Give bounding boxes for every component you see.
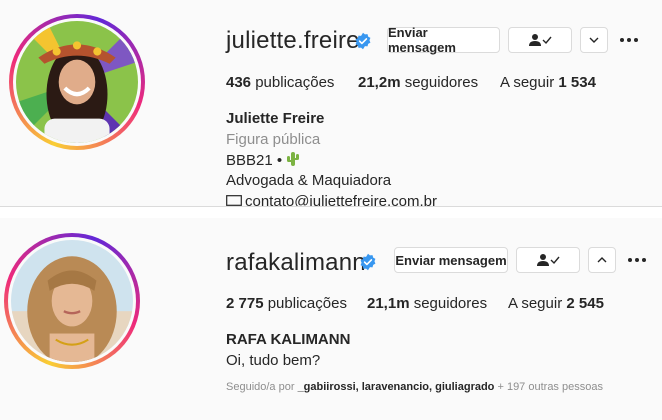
profile-full-name: RAFA KALIMANN	[226, 331, 351, 348]
verified-badge-icon	[355, 32, 371, 50]
suggestions-toggle-button[interactable]	[588, 247, 616, 273]
followers-link[interactable]: 21,1m seguidores	[367, 295, 487, 312]
more-dots-icon	[628, 258, 646, 262]
avatar	[16, 21, 138, 143]
posts-count: 2 775 publicações	[226, 295, 347, 312]
profile-header-juliette: juliette.freire Enviar mensagem 436 publ…	[0, 0, 662, 206]
followers-link[interactable]: 21,2m seguidores	[358, 74, 478, 91]
suggestions-toggle-button[interactable]	[580, 27, 608, 53]
posts-count: 436 publicações	[226, 74, 335, 91]
bio-line: Oi, tudo bem?	[226, 352, 321, 369]
avatar	[11, 240, 133, 362]
envelope-icon	[226, 195, 242, 206]
following-link[interactable]: A seguir 2 545	[508, 295, 604, 312]
contact-email-link[interactable]: contato@juliettefreire.com.br	[226, 193, 437, 206]
more-options-button[interactable]	[625, 248, 649, 272]
send-message-button[interactable]: Enviar mensagem	[394, 247, 508, 273]
profile-category: Figura pública	[226, 131, 321, 148]
avatar-story-ring[interactable]	[9, 14, 145, 150]
avatar-story-ring[interactable]	[4, 233, 140, 369]
profile-full-name: Juliette Freire	[226, 110, 325, 127]
profile-username: juliette.freire	[226, 27, 360, 54]
profile-header-rafa: rafakalimann Enviar mensagem 2 775 publi…	[0, 218, 662, 420]
followed-by-link[interactable]: Seguido/a por _gabiirossi, laravenancio,…	[226, 381, 603, 393]
panel-divider	[0, 206, 662, 218]
send-message-button[interactable]: Enviar mensagem	[387, 25, 500, 55]
more-dots-icon	[620, 38, 638, 42]
avatar-photo	[16, 21, 138, 143]
profile-username: rafakalimann	[226, 249, 366, 276]
bio-line: Advogada & Maquiadora	[226, 172, 392, 189]
following-button[interactable]	[516, 247, 580, 273]
following-link[interactable]: A seguir 1 534	[500, 74, 596, 91]
cactus-icon	[287, 152, 300, 166]
person-check-icon	[529, 34, 552, 46]
more-options-button[interactable]	[617, 28, 641, 52]
avatar-photo	[11, 240, 133, 362]
following-button[interactable]	[508, 27, 572, 53]
verified-badge-icon	[360, 253, 376, 271]
bio-line: BBB21 •	[226, 151, 300, 169]
chevron-up-icon	[597, 257, 607, 263]
person-check-icon	[537, 254, 560, 266]
chevron-down-icon	[589, 37, 599, 43]
